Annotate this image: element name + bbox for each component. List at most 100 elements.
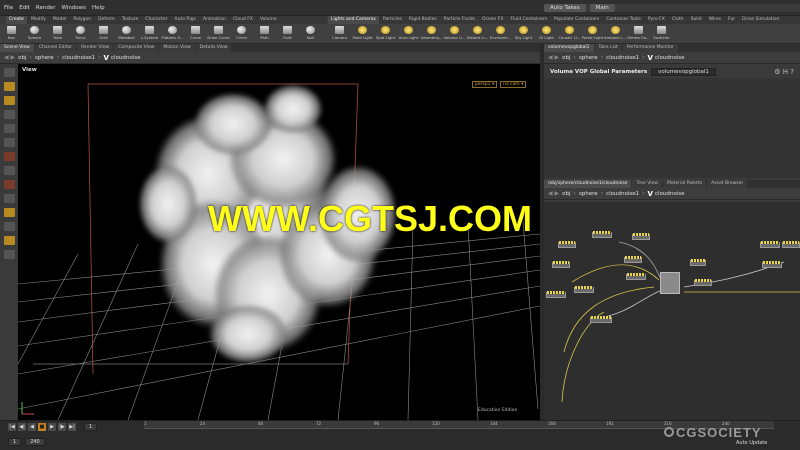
shelf-tab-cloth[interactable]: Cloth — [669, 16, 687, 24]
tab-channel-editor[interactable]: Channel Editor — [34, 44, 77, 52]
stop-icon[interactable]: ■ — [38, 423, 46, 431]
network-node[interactable] — [694, 279, 712, 286]
pose-tool-icon[interactable] — [3, 138, 15, 147]
shelf-tab-particles[interactable]: Particles — [380, 16, 405, 24]
tool-torus[interactable]: Torus — [69, 24, 92, 43]
tool-camera[interactable]: Camera — [328, 24, 351, 43]
tool-lsystem[interactable]: L-System — [138, 24, 161, 43]
tab-network-path[interactable]: /obj/sphere/cloudnoise1/cloudnoise — [544, 180, 632, 188]
play-icon[interactable]: ▶ — [48, 423, 56, 431]
shelf-tab-model[interactable]: Model — [50, 16, 70, 24]
tool-volume-light[interactable]: Volume Li... — [443, 24, 466, 43]
tool-geometry-light[interactable]: Geometry... — [420, 24, 443, 43]
path-cloudnoise[interactable]: Vcloudnoise — [648, 54, 685, 62]
network-node[interactable] — [762, 261, 782, 268]
tool-platonic[interactable]: Platonic S... — [161, 24, 184, 43]
tool-distant-light[interactable]: Distant Li... — [466, 24, 489, 43]
tool-font[interactable]: Font — [276, 24, 299, 43]
pivot-tool-icon[interactable] — [3, 236, 15, 245]
path-sphere[interactable]: sphere — [579, 191, 598, 197]
paint-tool-icon[interactable] — [3, 180, 15, 189]
node-name-field[interactable]: volumevopglobal1 — [651, 68, 716, 76]
tool-box[interactable]: Box — [0, 24, 23, 43]
tool-area-light[interactable]: Area Light — [397, 24, 420, 43]
first-frame-icon[interactable]: |◀ — [8, 423, 16, 431]
tool-sphere[interactable]: Sphere — [23, 24, 46, 43]
shelf-tab-deform[interactable]: Deform — [95, 16, 118, 24]
persp-menu[interactable]: persp1 ▾ — [472, 81, 498, 88]
tab-scene-view[interactable]: Scene View — [0, 44, 34, 52]
path-cloudnoise1[interactable]: cloudnoise1 — [606, 55, 639, 61]
back-arrow-icon[interactable]: ◀ ▶ — [4, 54, 15, 61]
network-node[interactable] — [552, 261, 570, 268]
current-frame-field[interactable]: 1 — [84, 423, 98, 431]
back-arrow-icon[interactable]: ◀ ▶ — [548, 54, 559, 61]
path-obj[interactable]: obj — [562, 55, 570, 61]
shelf-tab-polygon[interactable]: Polygon — [70, 16, 94, 24]
tool-curve[interactable]: Curve — [184, 24, 207, 43]
menu-help[interactable]: Help — [92, 5, 105, 11]
shelf-tab-animation[interactable]: Animation — [200, 16, 229, 24]
tool-sky-light[interactable]: Sky Light — [512, 24, 535, 43]
network-editor[interactable] — [544, 202, 800, 420]
tool-null[interactable]: Null — [299, 24, 322, 43]
gear-icon[interactable]: ⚙ H ? — [774, 68, 794, 76]
tab-parameters[interactable]: volumevopglobal1 — [544, 44, 594, 52]
path-cloudnoise[interactable]: Vcloudnoise — [104, 54, 141, 62]
tool-spot-light[interactable]: Spot Light — [374, 24, 397, 43]
menu-windows[interactable]: Windows — [61, 5, 86, 11]
magnet-tool-icon[interactable] — [3, 222, 15, 231]
tool-switcher[interactable]: Switcher — [650, 24, 673, 43]
tab-performance-monitor[interactable]: Performance Monitor — [622, 44, 678, 52]
network-node[interactable] — [558, 241, 576, 248]
path-sphere[interactable]: sphere — [35, 55, 54, 61]
step-forward-icon[interactable]: |▶ — [58, 423, 66, 431]
network-node[interactable] — [690, 259, 706, 266]
shelf-tab-populate-containers[interactable]: Populate Containers — [551, 16, 602, 24]
tab-tree-view[interactable]: Tree View — [632, 180, 662, 188]
shelf-tab-character[interactable]: Character — [142, 16, 170, 24]
tool-environment-light[interactable]: Environm... — [489, 24, 512, 43]
tool-metaball[interactable]: Metaball — [115, 24, 138, 43]
network-node[interactable] — [782, 241, 800, 248]
brush-tool-icon[interactable] — [3, 194, 15, 203]
shelf-tab-cloud-fx[interactable]: Cloud FX — [230, 16, 256, 24]
shelf-tab-particle-fluids[interactable]: Particle Fluids — [441, 16, 478, 24]
handle-tool-icon[interactable] — [3, 124, 15, 133]
network-node[interactable] — [590, 316, 612, 323]
shelf-tab-auto-rigs[interactable]: Auto Rigs — [172, 16, 199, 24]
tool-caustic-light[interactable]: Caustic Li... — [558, 24, 581, 43]
shelf-tab-pyro-fx[interactable]: Pyro FX — [645, 16, 668, 24]
tab-take-list[interactable]: Take List — [594, 44, 622, 52]
auto-update-toggle[interactable]: Auto Update — [736, 440, 767, 446]
shelf-tab-fluid-containers[interactable]: Fluid Containers — [507, 16, 550, 24]
tool-ambient-light[interactable]: Ambient L... — [604, 24, 627, 43]
path-cloudnoise1[interactable]: cloudnoise1 — [62, 55, 95, 61]
tool-grid[interactable]: Grid — [92, 24, 115, 43]
step-back-icon[interactable]: ◀| — [18, 423, 26, 431]
shelf-tab-fur[interactable]: Fur — [725, 16, 738, 24]
menu-render[interactable]: Render — [36, 5, 56, 11]
display-tool-icon[interactable] — [3, 208, 15, 217]
network-node[interactable] — [592, 231, 612, 238]
tool-path[interactable]: Path — [253, 24, 276, 43]
tool-point-light[interactable]: Point Light — [351, 24, 374, 43]
tab-render-view[interactable]: Render View — [77, 44, 114, 52]
transform-tool-icon[interactable] — [3, 82, 15, 91]
play-back-icon[interactable]: ◀ — [28, 423, 36, 431]
shelf-tab-container-tools[interactable]: Container Tools — [603, 16, 644, 24]
shelf-tab-rigid-bodies[interactable]: Rigid Bodies — [406, 16, 440, 24]
path-cloudnoise1[interactable]: cloudnoise1 — [606, 191, 639, 197]
tab-details-view[interactable]: Details View — [195, 44, 232, 52]
path-obj[interactable]: obj — [562, 191, 570, 197]
tab-material-palette[interactable]: Material Palette — [662, 180, 707, 188]
path-obj[interactable]: obj — [18, 55, 26, 61]
shelf-tab-wires[interactable]: Wires — [706, 16, 724, 24]
tab-composite-view[interactable]: Composite View — [114, 44, 159, 52]
menu-edit[interactable]: Edit — [19, 5, 30, 11]
network-node[interactable] — [760, 241, 780, 248]
tool-tube[interactable]: Tube — [46, 24, 69, 43]
path-sphere[interactable]: sphere — [579, 55, 598, 61]
shelf-tab-ocean-fx[interactable]: Ocean FX — [479, 16, 507, 24]
tab-asset-browser[interactable]: Asset Browser — [707, 180, 748, 188]
